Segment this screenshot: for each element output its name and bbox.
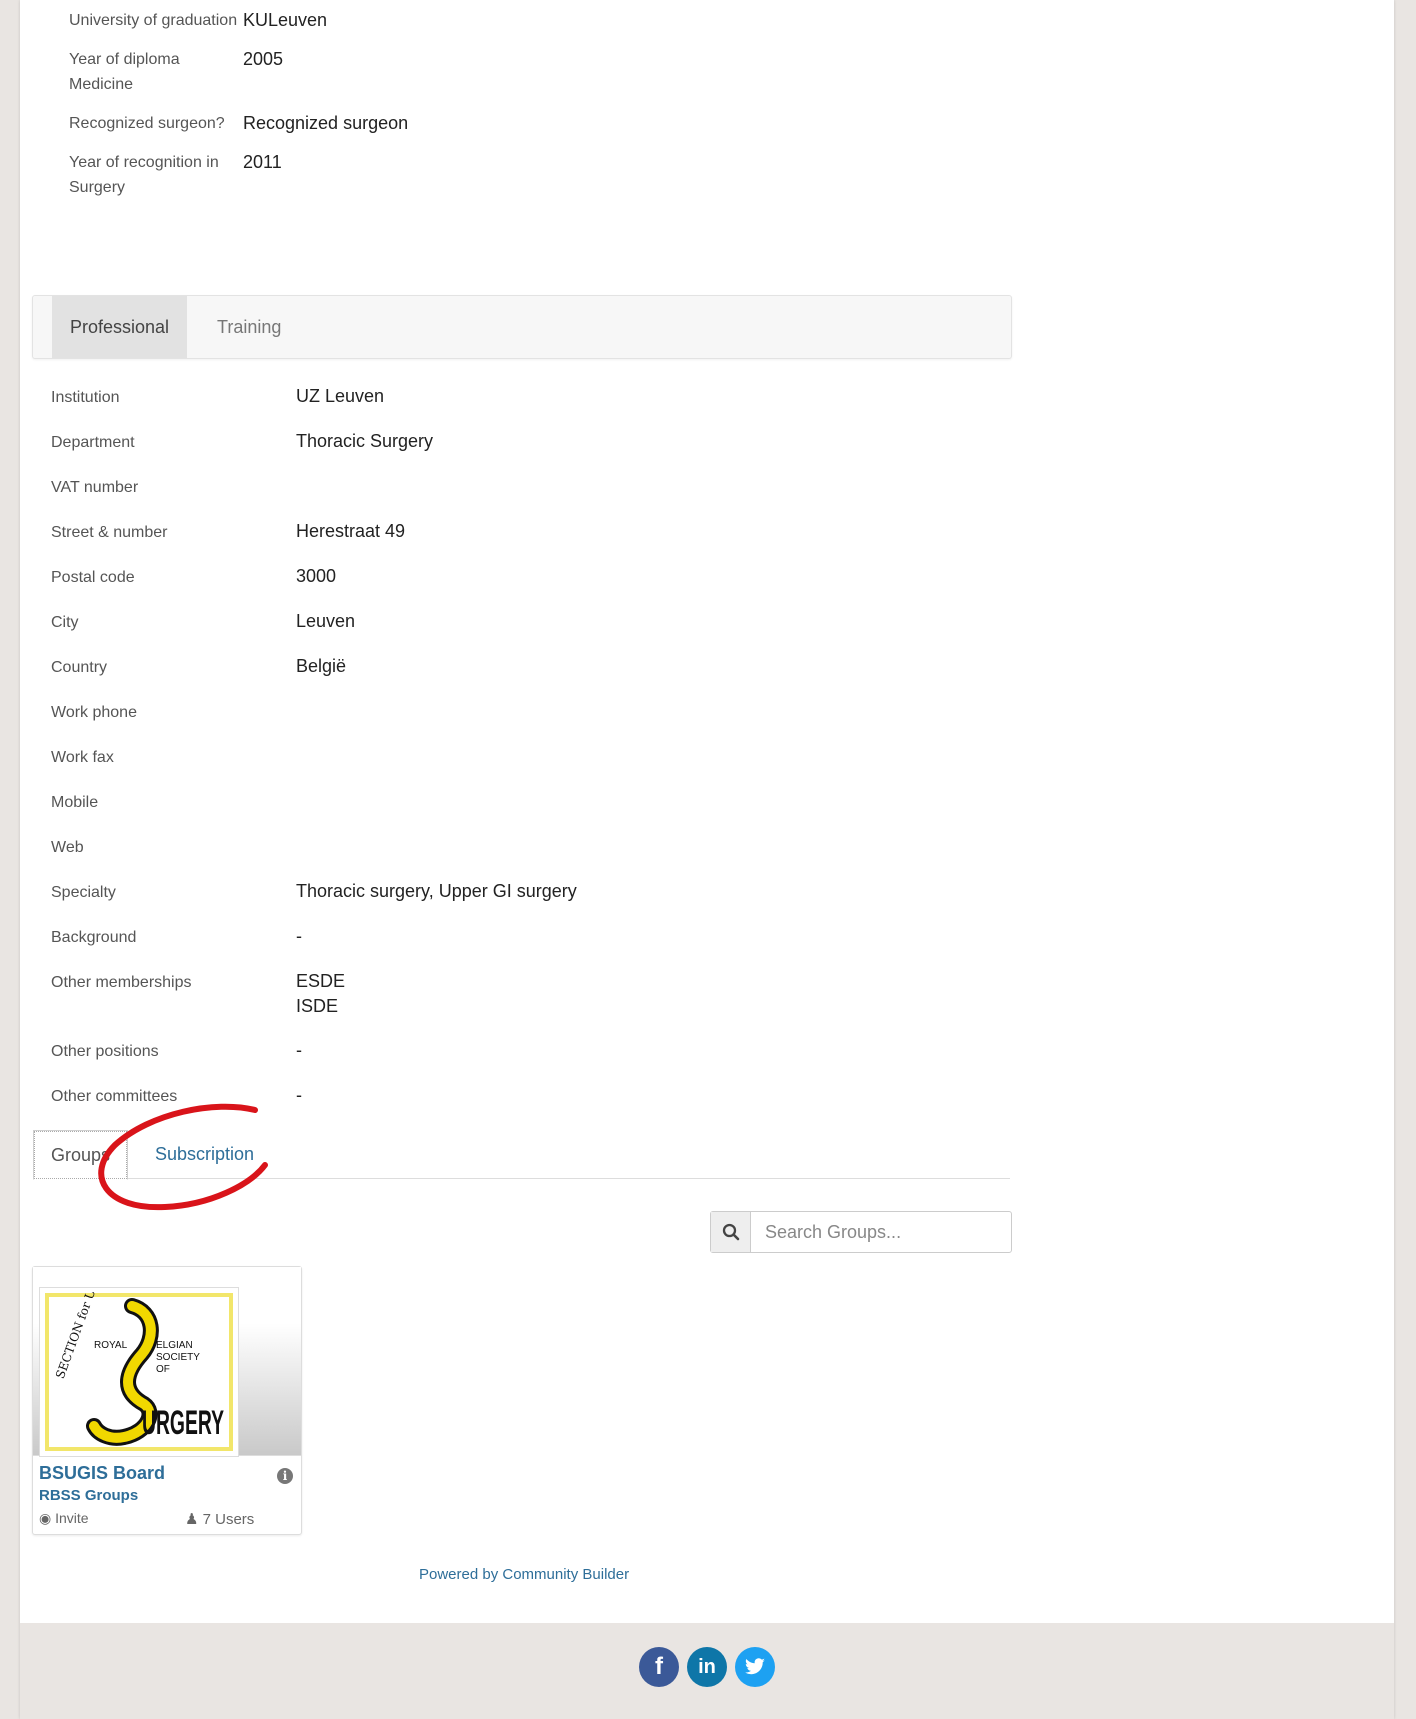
professional-details: Institution UZ Leuven Department Thoraci… — [51, 383, 1001, 1127]
groups-tabs: Groups Subscription — [33, 1128, 1010, 1180]
field-label: Postal code — [51, 569, 135, 586]
tab-groups[interactable]: Groups — [33, 1130, 129, 1180]
field-label: Specialty — [51, 884, 116, 901]
field-value: Recognized surgeon — [243, 113, 409, 133]
field-label: Country — [51, 659, 108, 676]
group-invite[interactable]: ◉ Invite — [39, 1510, 89, 1527]
field-country: Country België — [51, 653, 1001, 698]
globe-icon: ◉ — [39, 1510, 52, 1526]
field-specialty: Specialty Thoracic surgery, Upper GI sur… — [51, 878, 1001, 923]
field-university: University of graduation KULeuven — [69, 8, 669, 33]
field-label: Work phone — [51, 704, 137, 721]
group-logo[interactable]: SECTION for UPPER G.I. ROYAL ELGIAN SOCI… — [39, 1231, 239, 1457]
search-icon — [722, 1223, 739, 1241]
field-vat: VAT number — [51, 473, 1001, 518]
field-department: Department Thoracic Surgery — [51, 428, 1001, 473]
field-diploma-year: Year of diploma Medicine 2005 — [69, 47, 669, 97]
group-title[interactable]: BSUGIS Board — [39, 1463, 165, 1484]
group-banner: SECTION for UPPER G.I. ROYAL ELGIAN SOCI… — [33, 1231, 301, 1457]
surgery-logo: SECTION for UPPER G.I. ROYAL ELGIAN SOCI… — [44, 1231, 234, 1452]
membership-item: ISDE — [296, 996, 339, 1016]
group-users: ♟ 7 Users — [185, 1510, 254, 1528]
logo-royal: ROYAL — [94, 1340, 128, 1351]
twitter-icon[interactable] — [735, 1647, 775, 1687]
field-other-positions: Other positions - — [51, 1037, 1001, 1082]
field-label: Year of recognition in Surgery — [69, 154, 219, 196]
logo-society: SOCIETY — [156, 1352, 200, 1363]
field-value: KULeuven — [243, 10, 328, 30]
field-mobile: Mobile — [51, 788, 1001, 833]
field-city: City Leuven — [51, 608, 1001, 653]
field-work-phone: Work phone — [51, 698, 1001, 743]
info-icon[interactable]: i — [277, 1468, 293, 1484]
tab-professional[interactable]: Professional — [52, 296, 188, 358]
logo-belgian: ELGIAN — [156, 1340, 193, 1351]
search-input[interactable] — [751, 1212, 1011, 1252]
field-label: Web — [51, 839, 84, 856]
field-label: Other committees — [51, 1088, 178, 1105]
field-label: Year of diploma Medicine — [69, 51, 180, 93]
field-label: Work fax — [51, 749, 114, 766]
field-value: 2005 — [243, 49, 284, 69]
linkedin-icon[interactable]: in — [687, 1647, 727, 1687]
field-value: - — [296, 926, 302, 946]
facebook-icon[interactable]: f — [639, 1647, 679, 1687]
field-label: City — [51, 614, 79, 631]
field-label: Mobile — [51, 794, 99, 811]
group-card[interactable]: SECTION for UPPER G.I. ROYAL ELGIAN SOCI… — [32, 1231, 302, 1535]
field-label: VAT number — [51, 479, 139, 496]
field-value: Herestraat 49 — [296, 521, 406, 541]
tab-training[interactable]: Training — [199, 296, 299, 358]
field-label: University of graduation — [69, 12, 238, 29]
field-label: Background — [51, 929, 137, 946]
invite-label: Invite — [55, 1510, 89, 1526]
field-value: - — [296, 1040, 302, 1060]
logo-of: OF — [156, 1364, 170, 1375]
field-other-memberships: Other memberships ESDE ISDE — [51, 968, 1001, 1037]
search-button[interactable] — [711, 1212, 751, 1252]
profile-tabs: Professional Training — [32, 295, 1012, 359]
field-value: 3000 — [296, 566, 337, 586]
group-category[interactable]: RBSS Groups — [39, 1487, 138, 1504]
field-label: Recognized surgeon? — [69, 115, 225, 132]
field-value: Leuven — [296, 611, 356, 631]
field-background: Background - — [51, 923, 1001, 968]
field-value: Thoracic Surgery — [296, 431, 434, 451]
logo-surgery: URGERY — [142, 1404, 224, 1442]
field-postal-code: Postal code 3000 — [51, 563, 1001, 608]
field-value: UZ Leuven — [296, 386, 385, 406]
twitter-bird-icon — [745, 1658, 765, 1675]
users-count: 7 Users — [202, 1511, 255, 1528]
field-institution: Institution UZ Leuven — [51, 383, 1001, 428]
field-work-fax: Work fax — [51, 743, 1001, 788]
field-recognized: Recognized surgeon? Recognized surgeon — [69, 111, 669, 136]
field-label: Street & number — [51, 524, 168, 541]
field-label: Other memberships — [51, 974, 192, 991]
field-label: Other positions — [51, 1043, 159, 1060]
field-recognition-year: Year of recognition in Surgery 2011 — [69, 150, 669, 200]
membership-item: ESDE — [296, 971, 346, 991]
field-label: Institution — [51, 389, 120, 406]
field-street: Street & number Herestraat 49 — [51, 518, 1001, 563]
field-web: Web — [51, 833, 1001, 878]
page: University of graduation KULeuven Year o… — [20, 0, 1394, 1719]
field-label: Department — [51, 434, 135, 451]
field-value: - — [296, 1085, 302, 1105]
user-icon: ♟ — [185, 1511, 199, 1528]
field-value: Thoracic surgery, Upper GI surgery — [296, 881, 577, 901]
field-value: België — [296, 656, 347, 676]
search-groups — [710, 1211, 1012, 1253]
field-other-committees: Other committees - — [51, 1082, 1001, 1127]
footer: f in — [20, 1623, 1394, 1719]
field-value: 2011 — [243, 152, 282, 172]
personal-info: University of graduation KULeuven Year o… — [69, 8, 669, 214]
powered-by-link[interactable]: Powered by Community Builder — [419, 1566, 629, 1583]
tab-subscription[interactable]: Subscription — [138, 1130, 271, 1178]
field-value: ESDE ISDE — [296, 968, 345, 1037]
